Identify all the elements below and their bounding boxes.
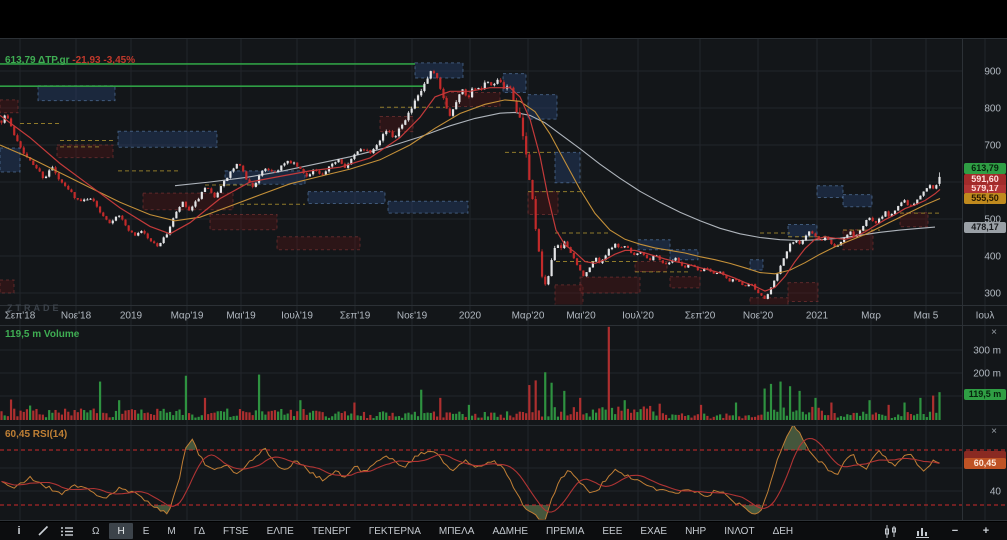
svg-text:Μαι 5: Μαι 5 <box>914 311 939 322</box>
rsi-pane-label: 60,45 RSI(14) <box>5 429 68 440</box>
svg-text:700: 700 <box>984 141 1001 152</box>
svg-text:Μαρ'19: Μαρ'19 <box>171 311 204 322</box>
svg-text:2019: 2019 <box>120 311 143 322</box>
volume-axis-badge: 119,5 m <box>964 388 1006 400</box>
svg-text:200 m: 200 m <box>973 369 1001 380</box>
symbol-button-ΕΕΕ[interactable]: ΕΕΕ <box>594 523 630 539</box>
zoom-in-icon[interactable]: + <box>975 523 997 539</box>
symbol-button-ΓΕΚΤΕΡΝΑ[interactable]: ΓΕΚΤΕΡΝΑ <box>361 523 429 539</box>
svg-text:Μαι'20: Μαι'20 <box>566 311 596 322</box>
symbol-button-ΜΠΕΛΑ[interactable]: ΜΠΕΛΑ <box>431 523 483 539</box>
svg-text:300 m: 300 m <box>973 346 1001 357</box>
symbol-button-ΙΝΛΟΤ[interactable]: ΙΝΛΟΤ <box>716 523 762 539</box>
instrument-label: 613,79 ΔTP.gr -21,93 -3,45% <box>5 55 135 66</box>
svg-text:Ιουλ'19: Ιουλ'19 <box>281 311 313 322</box>
instrument-symbol: ΔTP.gr <box>38 55 70 66</box>
svg-text:Σεπ'20: Σεπ'20 <box>685 311 716 322</box>
symbol-button-ΔΕΗ[interactable]: ΔΕΗ <box>765 523 802 539</box>
instrument-change-pct: -3,45% <box>103 55 136 66</box>
svg-text:Ιουλ'20: Ιουλ'20 <box>622 311 654 322</box>
watchlist-icon[interactable] <box>56 523 78 539</box>
svg-text:900: 900 <box>984 67 1001 78</box>
zoom-out-icon[interactable]: − <box>944 523 966 539</box>
price-axis-badge: 591,60 <box>964 173 1006 185</box>
volume-bars-icon[interactable] <box>912 523 935 539</box>
chart-canvas[interactable]: 900800700500400300300 m200 m40Σεπ'18 Νοε'… <box>0 0 1007 540</box>
svg-text:40: 40 <box>990 487 1002 498</box>
svg-text:Νοε'18: Νοε'18 <box>61 311 92 322</box>
symbol-button-ΤΕΝΕΡΓ[interactable]: ΤΕΝΕΡΓ <box>304 523 359 539</box>
symbol-button-ΠΡΕΜΙΑ[interactable]: ΠΡΕΜΙΑ <box>538 523 592 539</box>
toolbar-buttons: Ω H E M ΓΔ FTSE ΕΛΠΕ ΤΕΝΕΡΓ ΓΕΚΤΕΡΝΑ ΜΠΕΛΑ ΑΔΜΗΕ ΠΡ… <box>84 523 801 539</box>
trading-app-window: 900 800 700 500 400 300 300 m 200 m 40 Σεπ'18 Νοε'… <box>0 0 1007 540</box>
svg-text:300: 300 <box>984 289 1001 300</box>
volume-pane-close-icon[interactable]: × <box>988 327 1000 339</box>
svg-text:Μαρ: Μαρ <box>861 311 881 322</box>
timeframe-button-M[interactable]: M <box>159 523 183 539</box>
instrument-price: 613,79 <box>5 55 36 66</box>
draw-pencil-icon[interactable] <box>32 523 54 539</box>
volume-pane-label: 119,5 m Volume <box>5 329 80 340</box>
rsi-axis-badge: 60,45 <box>964 457 1006 469</box>
svg-text:Μαι'19: Μαι'19 <box>226 311 256 322</box>
price-axis-badge: 613,79 <box>964 162 1006 174</box>
bottom-toolbar: i Ω H E M ΓΔ FTSE ΕΛΠΕ ΤΕΝΕΡΓ ΓΕΚΤΕΡΝΑ ΜΠΕΛΑ ΑΔΜΗΕ… <box>0 522 1007 540</box>
symbol-button-ΕΛΠΕ[interactable]: ΕΛΠΕ <box>259 523 302 539</box>
instrument-change: -21,93 <box>72 55 101 66</box>
svg-text:Νοε'19: Νοε'19 <box>397 311 428 322</box>
svg-text:800: 800 <box>984 104 1001 115</box>
svg-text:Σεπ'19: Σεπ'19 <box>340 311 371 322</box>
candlestick-chart-icon[interactable] <box>879 523 903 539</box>
svg-text:400: 400 <box>984 252 1001 263</box>
svg-text:2020: 2020 <box>459 311 482 322</box>
rsi-pane-close-icon[interactable]: × <box>988 426 1000 438</box>
symbol-button-ΑΔΜΗΕ[interactable]: ΑΔΜΗΕ <box>484 523 536 539</box>
symbol-button-ΝΗΡ[interactable]: ΝΗΡ <box>677 523 714 539</box>
svg-text:2021: 2021 <box>806 311 829 322</box>
timeframe-button-H[interactable]: H <box>109 523 133 539</box>
svg-text:Μαρ'20: Μαρ'20 <box>512 311 545 322</box>
toolbar-right-group: − + <box>879 522 1007 540</box>
timeframe-button-E[interactable]: E <box>135 523 158 539</box>
price-axis-badge: 478,17 <box>964 221 1006 233</box>
symbol-button-ΓΔ[interactable]: ΓΔ <box>186 523 213 539</box>
toolbar-left-group: i Ω H E M ΓΔ FTSE ΕΛΠΕ ΤΕΝΕΡΓ ΓΕΚΤΕΡΝΑ ΜΠΕΛΑ ΑΔΜΗΕ… <box>0 522 801 540</box>
symbol-button-FTSE[interactable]: FTSE <box>215 523 257 539</box>
price-axis-badge: 555,50 <box>964 192 1006 204</box>
ztrade-watermark: ZTRADE <box>7 303 62 313</box>
info-icon[interactable]: i <box>8 523 30 539</box>
symbol-button-ΕΧΑΕ[interactable]: ΕΧΑΕ <box>632 523 675 539</box>
timeframe-button-Ω[interactable]: Ω <box>84 523 107 539</box>
svg-text:Νοε'20: Νοε'20 <box>743 311 774 322</box>
svg-text:Ιουλ: Ιουλ <box>976 311 995 322</box>
